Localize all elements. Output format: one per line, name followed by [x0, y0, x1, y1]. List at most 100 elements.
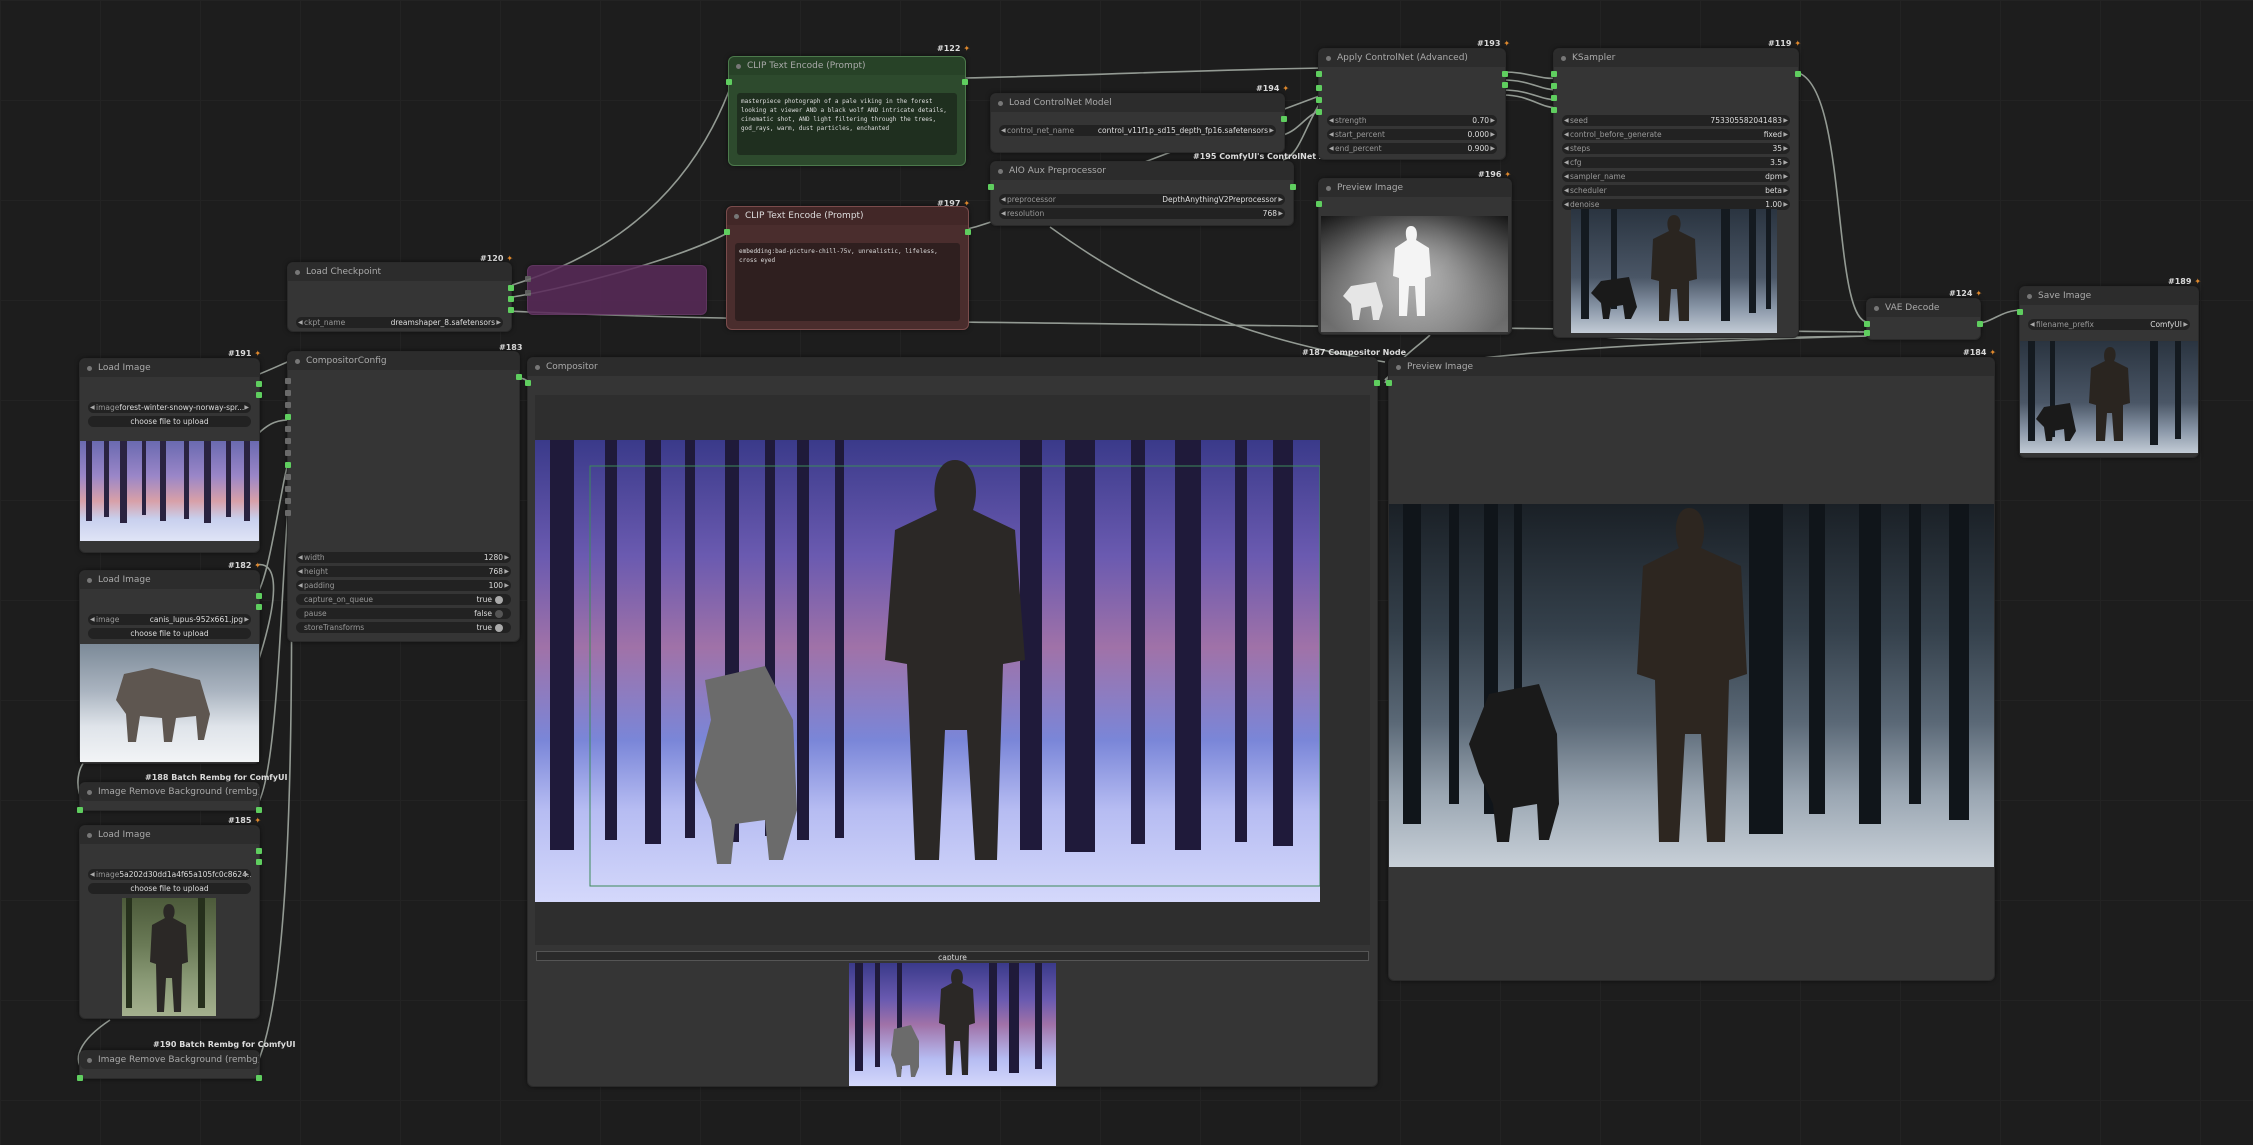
- compositor-stage[interactable]: [535, 395, 1370, 945]
- output-slot[interactable]: [256, 593, 262, 599]
- output-slot[interactable]: [256, 392, 262, 398]
- input-slot[interactable]: [285, 474, 291, 480]
- input-slot[interactable]: [285, 450, 291, 456]
- resolution-widget[interactable]: resolution768: [999, 208, 1285, 219]
- collapse-dot-icon[interactable]: [87, 578, 92, 583]
- collapse-dot-icon[interactable]: [1561, 56, 1566, 61]
- output-slot[interactable]: [1795, 71, 1801, 77]
- output-slot[interactable]: [1502, 71, 1508, 77]
- input-slot[interactable]: [525, 290, 531, 296]
- output-slot[interactable]: [256, 848, 262, 854]
- scheduler-widget[interactable]: schedulerbeta: [1562, 185, 1790, 196]
- collapse-dot-icon[interactable]: [1326, 186, 1331, 191]
- output-slot[interactable]: [508, 296, 514, 302]
- output-slot[interactable]: [508, 285, 514, 291]
- preprocessor-widget[interactable]: preprocessorDepthAnythingV2Preprocessor: [999, 194, 1285, 205]
- collapse-dot-icon[interactable]: [734, 214, 739, 219]
- input-slot[interactable]: [726, 79, 732, 85]
- cfg-widget[interactable]: cfg3.5: [1562, 157, 1790, 168]
- input-slot[interactable]: [1316, 201, 1322, 207]
- image-select-widget[interactable]: imageforest-winter-snowy-norway-spr...: [88, 402, 251, 413]
- input-slot[interactable]: [285, 510, 291, 516]
- input-slot[interactable]: [1386, 380, 1392, 386]
- output-slot[interactable]: [508, 307, 514, 313]
- input-slot[interactable]: [285, 378, 291, 384]
- input-slot[interactable]: [77, 807, 83, 813]
- output-slot[interactable]: [256, 381, 262, 387]
- output-slot[interactable]: [962, 79, 968, 85]
- collapse-dot-icon[interactable]: [736, 64, 741, 69]
- output-slot[interactable]: [1281, 116, 1287, 122]
- strength-widget[interactable]: strength0.70: [1327, 115, 1497, 126]
- steps-widget[interactable]: steps35: [1562, 143, 1790, 154]
- output-slot[interactable]: [1977, 321, 1983, 327]
- aio-aux-preprocessor-node[interactable]: AIO Aux Preprocessor preprocessorDepthAn…: [988, 161, 1296, 226]
- input-slot[interactable]: [1551, 95, 1557, 101]
- input-slot[interactable]: [525, 380, 531, 386]
- input-slot[interactable]: [285, 390, 291, 396]
- output-slot[interactable]: [256, 1075, 262, 1081]
- clip-text-encode-positive-node[interactable]: CLIP Text Encode (Prompt) masterpiece ph…: [726, 56, 968, 166]
- output-slot[interactable]: [516, 374, 522, 380]
- collapse-dot-icon[interactable]: [1326, 56, 1331, 61]
- input-slot[interactable]: [1316, 97, 1322, 103]
- load-image-wolf-node[interactable]: Load Image imagecanis_lupus-952x661.jpg …: [79, 570, 262, 764]
- capture-on-queue-toggle[interactable]: capture_on_queue true: [296, 594, 511, 605]
- choose-file-button[interactable]: choose file to upload: [88, 416, 251, 427]
- input-slot[interactable]: [285, 462, 291, 468]
- start-percent-widget[interactable]: start_percent0.000: [1327, 129, 1497, 140]
- vae-decode-node[interactable]: VAE Decode: [1864, 298, 1983, 340]
- compositor-node[interactable]: Compositor capture: [525, 357, 1380, 1087]
- input-slot[interactable]: [1551, 107, 1557, 113]
- collapse-dot-icon[interactable]: [1396, 365, 1401, 370]
- width-widget[interactable]: width1280: [296, 552, 511, 563]
- input-slot[interactable]: [285, 438, 291, 444]
- compositor-config-node[interactable]: CompositorConfig width1280 height768 pad…: [285, 351, 522, 642]
- output-slot[interactable]: [256, 604, 262, 610]
- load-controlnet-node[interactable]: Load ControlNet Model control_net_nameco…: [990, 93, 1287, 153]
- seed-widget[interactable]: seed753305582041483: [1562, 115, 1790, 126]
- collapse-dot-icon[interactable]: [998, 101, 1003, 106]
- apply-controlnet-node[interactable]: Apply ControlNet (Advanced) strength0.70…: [1316, 48, 1508, 160]
- capture-button[interactable]: capture: [536, 951, 1369, 961]
- end-percent-widget[interactable]: end_percent0.900: [1327, 143, 1497, 154]
- image-remove-background-node-1[interactable]: Image Remove Background (rembg): [77, 782, 262, 813]
- input-slot[interactable]: [724, 229, 730, 235]
- collapse-dot-icon[interactable]: [535, 365, 540, 370]
- filename-prefix-widget[interactable]: filename_prefixComfyUI: [2028, 319, 2190, 330]
- input-slot[interactable]: [1316, 85, 1322, 91]
- input-slot[interactable]: [1316, 109, 1322, 115]
- preview-image-depth-node[interactable]: Preview Image: [1316, 178, 1512, 335]
- prompt-textarea[interactable]: embedding:bad-picture-chill-75v, unreali…: [735, 243, 960, 321]
- image-remove-background-node-2[interactable]: Image Remove Background (rembg): [77, 1050, 262, 1081]
- input-slot[interactable]: [1316, 71, 1322, 77]
- collapse-dot-icon[interactable]: [998, 169, 1003, 174]
- load-image-viking-node[interactable]: Load Image image5a202d30dd1a4f65a105fc0c…: [79, 825, 262, 1019]
- output-slot[interactable]: [1502, 82, 1508, 88]
- collapse-dot-icon[interactable]: [87, 1058, 92, 1063]
- input-slot[interactable]: [285, 402, 291, 408]
- control-after-generate-widget[interactable]: control_before_generatefixed: [1562, 129, 1790, 140]
- prompt-textarea[interactable]: masterpiece photograph of a pale viking …: [737, 93, 957, 155]
- input-slot[interactable]: [285, 426, 291, 432]
- input-slot[interactable]: [285, 498, 291, 504]
- output-slot[interactable]: [256, 807, 262, 813]
- load-checkpoint-node[interactable]: Load Checkpoint ckpt_namedreamshaper_8.s…: [287, 262, 514, 332]
- collapse-dot-icon[interactable]: [87, 366, 92, 371]
- ksampler-node[interactable]: KSampler seed753305582041483 control_bef…: [1551, 48, 1801, 338]
- output-slot[interactable]: [256, 859, 262, 865]
- output-slot[interactable]: [1374, 380, 1380, 386]
- input-slot[interactable]: [988, 184, 994, 190]
- input-slot[interactable]: [77, 1075, 83, 1081]
- load-image-forest-node[interactable]: Load Image imageforest-winter-snowy-norw…: [79, 358, 262, 553]
- muted-node[interactable]: [525, 265, 707, 315]
- input-slot[interactable]: [1864, 330, 1870, 336]
- preview-image-result-node[interactable]: Preview Image: [1386, 357, 1995, 981]
- input-slot[interactable]: [2017, 309, 2023, 315]
- control-net-name-widget[interactable]: control_net_namecontrol_v11f1p_sd15_dept…: [999, 125, 1276, 136]
- input-slot[interactable]: [525, 276, 531, 282]
- height-widget[interactable]: height768: [296, 566, 511, 577]
- input-slot[interactable]: [285, 486, 291, 492]
- image-select-widget[interactable]: image5a202d30dd1a4f65a105fc0c8624...: [88, 869, 251, 880]
- choose-file-button[interactable]: choose file to upload: [88, 883, 251, 894]
